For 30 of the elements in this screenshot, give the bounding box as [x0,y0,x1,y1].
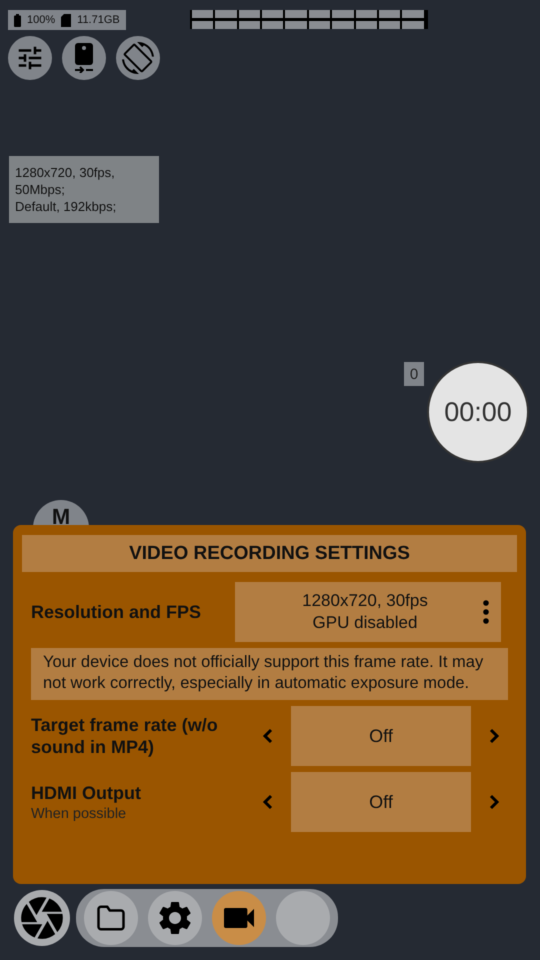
battery-level: 100% [27,14,56,26]
rotate-icon [122,42,154,74]
info-line: Default, 192kbps; [15,198,118,215]
chevron-right-icon [489,728,499,744]
photo-counter: 0 [404,362,424,386]
settings-sliders-button[interactable] [8,36,52,80]
setting-label: Target frame rate (w/o sound in MP4) [31,714,219,758]
folder-button[interactable] [84,891,138,945]
setting-value[interactable]: Off [291,772,471,832]
setting-value[interactable]: Off [291,706,471,766]
chevron-left-icon [263,728,273,744]
more-icon [483,600,489,624]
chevron-left-icon [263,794,273,810]
record-timer-button[interactable]: 00:00 [427,361,529,463]
setting-label: Resolution and FPS [31,601,202,623]
setting-label: HDMI Output [31,782,142,804]
resolution-selector[interactable]: 1280x720, 30fps GPU disabled [235,582,501,642]
phone-icon [72,43,96,73]
rotate-button[interactable] [116,36,160,80]
battery-icon [14,14,21,26]
video-button[interactable] [212,891,266,945]
phone-button[interactable] [62,36,106,80]
storage-free: 11.71GB [77,14,120,26]
info-line: 1280x720, 30fps, 50Mbps; [15,164,116,198]
chevron-right-icon [489,794,499,810]
setting-sublabel: When possible [31,806,128,822]
panel-title: VIDEO RECORDING SETTINGS [22,535,517,572]
warning-text: Your device does not officially support this frame rate. It may not work correctly, especially in automatic exposure mode. [31,648,508,700]
sd-card-icon [61,14,72,26]
folder-icon [96,903,126,933]
